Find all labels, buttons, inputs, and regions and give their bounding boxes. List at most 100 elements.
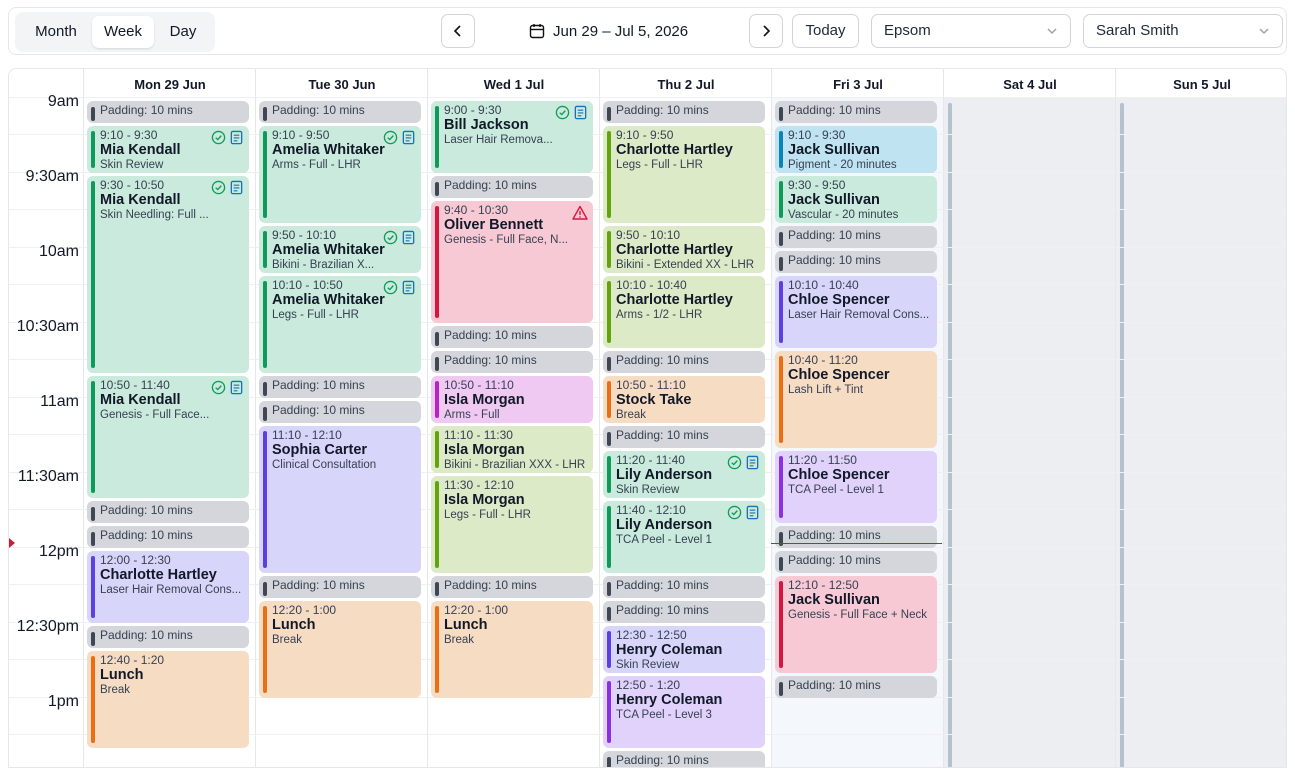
appointment-card[interactable]: 9:30 - 10:50 Mia Kendall Skin Needling: Fu… bbox=[87, 176, 249, 373]
appointment-time: 12:50 - 1:20 bbox=[616, 678, 681, 692]
notes-form-icon bbox=[746, 505, 759, 520]
padding-block[interactable]: Padding: 10 mins bbox=[259, 401, 421, 423]
appointment-card[interactable]: 10:10 - 10:40 Charlotte Hartley Arms - 1/2… bbox=[603, 276, 765, 348]
appointment-card[interactable]: 9:10 - 9:50 Charlotte Hartley Legs - Full … bbox=[603, 126, 765, 223]
appointment-time: 9:10 - 9:50 bbox=[616, 128, 674, 142]
padding-block[interactable]: Padding: 10 mins bbox=[87, 101, 249, 123]
padding-block[interactable]: Padding: 10 mins bbox=[775, 676, 937, 698]
padding-block[interactable]: Padding: 10 mins bbox=[775, 226, 937, 248]
client-name: Chloe Spencer bbox=[788, 467, 890, 483]
appointment-card[interactable]: 12:20 - 1:00 Lunch Break bbox=[259, 601, 421, 698]
confirmed-check-icon bbox=[211, 130, 226, 145]
padding-block[interactable]: Padding: 10 mins bbox=[603, 426, 765, 448]
client-name: Lunch bbox=[272, 617, 316, 633]
day-header[interactable]: Mon 29 Jun bbox=[83, 69, 256, 97]
next-week-button[interactable] bbox=[749, 14, 783, 48]
today-button[interactable]: Today bbox=[792, 14, 859, 48]
appointment-card[interactable]: 12:40 - 1:20 Lunch Break bbox=[87, 651, 249, 748]
appointment-card[interactable]: 11:20 - 11:50 Chloe Spencer TCA Peel - Lev… bbox=[775, 451, 937, 523]
day-header[interactable]: Sat 4 Jul bbox=[943, 69, 1116, 97]
padding-block[interactable]: Padding: 10 mins bbox=[431, 576, 593, 598]
appointment-card[interactable]: 12:20 - 1:00 Lunch Break bbox=[431, 601, 593, 698]
date-range-display[interactable]: Jun 29 – Jul 5, 2026 bbox=[529, 14, 688, 48]
padding-block[interactable]: Padding: 10 mins bbox=[259, 376, 421, 398]
appointment-card[interactable]: 9:30 - 9:50 Jack Sullivan Vascular - 20 mi… bbox=[775, 176, 937, 223]
appointment-card[interactable]: 12:30 - 12:50 Henry Coleman Skin Review bbox=[603, 626, 765, 673]
appointment-card[interactable]: 9:10 - 9:30 Jack Sullivan Pigment - 20 min… bbox=[775, 126, 937, 173]
padding-block[interactable]: Padding: 10 mins bbox=[775, 551, 937, 573]
closed-day-bar bbox=[1120, 103, 1124, 767]
appointment-card[interactable]: 10:50 - 11:10 Isla Morgan Arms - Full bbox=[431, 376, 593, 423]
padding-block[interactable]: Padding: 10 mins bbox=[775, 251, 937, 273]
padding-label: Padding: 10 mins bbox=[444, 578, 537, 592]
service-name: Arms - Full - LHR bbox=[272, 159, 361, 171]
view-day-button[interactable]: Day bbox=[155, 16, 211, 48]
appointment-color-bar bbox=[435, 431, 439, 468]
client-name: Oliver Bennett bbox=[444, 217, 544, 233]
appointment-status-icons bbox=[555, 105, 588, 120]
view-month-button[interactable]: Month bbox=[21, 16, 91, 48]
padding-marker bbox=[263, 382, 267, 396]
padding-block[interactable]: Padding: 10 mins bbox=[603, 101, 765, 123]
padding-block[interactable]: Padding: 10 mins bbox=[603, 351, 765, 373]
service-name: Pigment - 20 minutes bbox=[788, 159, 897, 171]
appointment-time: 12:20 - 1:00 bbox=[444, 603, 509, 617]
appointment-color-bar bbox=[435, 606, 439, 693]
padding-block[interactable]: Padding: 10 mins bbox=[431, 326, 593, 348]
appointment-card[interactable]: 9:10 - 9:50 Amelia Whitaker Arms - Full - … bbox=[259, 126, 421, 223]
padding-block[interactable]: Padding: 10 mins bbox=[259, 576, 421, 598]
day-header[interactable]: Tue 30 Jun bbox=[255, 69, 428, 97]
service-name: Skin Review bbox=[616, 659, 680, 671]
appointment-card[interactable]: 9:10 - 9:30 Mia Kendall Skin Review bbox=[87, 126, 249, 173]
service-name: Break bbox=[100, 684, 131, 696]
padding-block[interactable]: Padding: 10 mins bbox=[775, 101, 937, 123]
staff-select-value: Sarah Smith bbox=[1096, 22, 1179, 39]
chevron-left-icon bbox=[453, 25, 461, 37]
location-select[interactable]: Epsom bbox=[871, 14, 1071, 48]
padding-block[interactable]: Padding: 10 mins bbox=[87, 626, 249, 648]
client-name: Henry Coleman bbox=[616, 692, 723, 708]
appointment-time: 11:10 - 12:10 bbox=[272, 428, 342, 442]
padding-block[interactable]: Padding: 10 mins bbox=[431, 176, 593, 198]
view-week-button[interactable]: Week bbox=[92, 16, 154, 48]
appointment-color-bar bbox=[435, 106, 439, 168]
client-name: Jack Sullivan bbox=[788, 192, 880, 208]
day-header[interactable]: Wed 1 Jul bbox=[427, 69, 600, 97]
padding-block[interactable]: Padding: 10 mins bbox=[603, 601, 765, 623]
appointment-card[interactable]: 9:40 - 10:30 Oliver Bennett Genesis - Full… bbox=[431, 201, 593, 323]
padding-block[interactable]: Padding: 10 mins bbox=[603, 576, 765, 598]
padding-label: Padding: 10 mins bbox=[616, 428, 709, 442]
day-header[interactable]: Fri 3 Jul bbox=[771, 69, 944, 97]
appointment-card[interactable]: 11:40 - 12:10 Lily Anderson TCA Peel - Lev… bbox=[603, 501, 765, 573]
appointment-card[interactable]: 10:10 - 10:40 Chloe Spencer Laser Hair Rem… bbox=[775, 276, 937, 348]
appointment-card[interactable]: 9:50 - 10:10 Charlotte Hartley Bikini - Ex… bbox=[603, 226, 765, 273]
previous-week-button[interactable] bbox=[441, 14, 475, 48]
time-label: 11:30am bbox=[17, 468, 79, 485]
appointment-time: 9:10 - 9:30 bbox=[788, 128, 846, 142]
appointment-card[interactable]: 10:50 - 11:10 Stock Take Break bbox=[603, 376, 765, 423]
appointment-card[interactable]: 12:50 - 1:20 Henry Coleman TCA Peel - Leve… bbox=[603, 676, 765, 748]
padding-block[interactable]: Padding: 10 mins bbox=[259, 101, 421, 123]
notes-form-icon bbox=[402, 130, 415, 145]
appointment-card[interactable]: 10:40 - 11:20 Chloe Spencer Lash Lift + Ti… bbox=[775, 351, 937, 448]
appointment-card[interactable]: 10:10 - 10:50 Amelia Whitaker Legs - Full … bbox=[259, 276, 421, 373]
padding-marker bbox=[263, 407, 267, 421]
padding-block[interactable]: Padding: 10 mins bbox=[87, 501, 249, 523]
appointment-card[interactable]: 12:00 - 12:30 Charlotte Hartley Laser Hair… bbox=[87, 551, 249, 623]
padding-block[interactable]: Padding: 10 mins bbox=[431, 351, 593, 373]
appointment-card[interactable]: 11:30 - 12:10 Isla Morgan Legs - Full - LH… bbox=[431, 476, 593, 573]
appointment-card[interactable]: 11:10 - 12:10 Sophia Carter Clinical Consu… bbox=[259, 426, 421, 573]
appointment-card[interactable]: 9:00 - 9:30 Bill Jackson Laser Hair Remova… bbox=[431, 101, 593, 173]
appointment-card[interactable]: 10:50 - 11:40 Mia Kendall Genesis - Full F… bbox=[87, 376, 249, 498]
appointment-color-bar bbox=[607, 381, 611, 418]
appointment-card[interactable]: 12:10 - 12:50 Jack Sullivan Genesis - Full… bbox=[775, 576, 937, 673]
staff-select[interactable]: Sarah Smith bbox=[1083, 14, 1283, 48]
day-header[interactable]: Thu 2 Jul bbox=[599, 69, 772, 97]
confirmed-check-icon bbox=[727, 455, 742, 470]
appointment-card[interactable]: 11:20 - 11:40 Lily Anderson Skin Review bbox=[603, 451, 765, 498]
padding-block[interactable]: Padding: 10 mins bbox=[87, 526, 249, 548]
appointment-card[interactable]: 9:50 - 10:10 Amelia Whitaker Bikini - Braz… bbox=[259, 226, 421, 273]
appointment-card[interactable]: 11:10 - 11:30 Isla Morgan Bikini - Brazili… bbox=[431, 426, 593, 473]
day-header[interactable]: Sun 5 Jul bbox=[1115, 69, 1286, 97]
padding-block[interactable]: Padding: 10 mins bbox=[775, 526, 937, 548]
